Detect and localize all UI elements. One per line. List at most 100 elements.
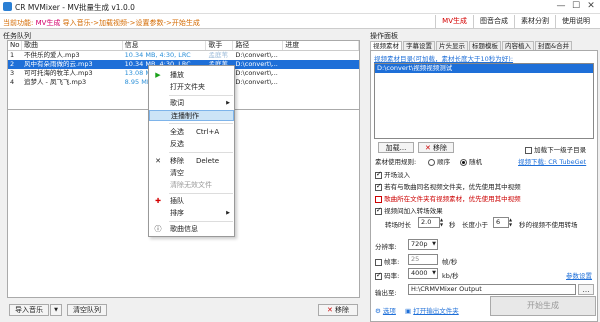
rule-sequence-option[interactable]: 顺序 (428, 156, 450, 166)
open-output-link[interactable]: ▣ 打开输出文件夹 (405, 305, 459, 315)
menu-item-lyrics[interactable]: 歌词 ▶ (149, 98, 234, 109)
workflow-hint: 当前功能: MV生成 导入音乐->加载视频->设置参数->开始生成 (3, 18, 200, 28)
same-name-option[interactable]: 若有与歌曲同名视频文件夹，优先使用其中视频 (375, 181, 521, 191)
menu-item-open-folder[interactable]: 打开文件夹 (149, 82, 234, 93)
menu-item-continuous[interactable]: 连播制作 (149, 110, 234, 121)
col-progress[interactable]: 进度 (283, 41, 359, 50)
title-bar: CR MVMixer - MV批量生成 v1.0.0 — ☐ ✕ (0, 0, 600, 14)
menu-item-play[interactable]: ▶ 播放 (149, 70, 234, 81)
tab-video-material[interactable]: 视频素材 (370, 41, 402, 50)
browse-folder-button[interactable]: … (578, 284, 594, 295)
menu-item-select-all[interactable]: 全选 Ctrl+A (149, 127, 234, 138)
menu-item-invert[interactable]: 反选 (149, 139, 234, 150)
submenu-arrow-icon: ▶ (226, 210, 230, 216)
len-input[interactable]: 6 (493, 217, 509, 228)
menu-item-remove[interactable]: ✕ 移除 Delete (149, 156, 234, 167)
col-no[interactable]: No (8, 41, 22, 50)
tab-content-embed[interactable]: 内容植入 (502, 41, 534, 50)
menu-separator (169, 193, 233, 194)
load-subdir-option[interactable]: 加载下一级子目录 (525, 144, 586, 154)
col-singer[interactable]: 歌手 (206, 41, 234, 50)
same-name-label: 若有与歌曲同名视频文件夹，优先使用其中视频 (384, 183, 521, 191)
row-no: 3 (10, 69, 15, 77)
trans-duration-input[interactable]: 2.0 (418, 217, 440, 228)
same-name-checkbox[interactable] (375, 182, 382, 191)
fade-in-checkbox[interactable] (375, 170, 382, 179)
folder-video-option[interactable]: 歌曲所在文件夹有视频素材，优先使用其中视频 (375, 193, 521, 203)
remove-button[interactable]: ✕ 移除 (318, 304, 358, 316)
video-dir-item[interactable]: D:\convert\视频视频测试 (375, 64, 593, 73)
table-row[interactable]: 1 不供乐的爱人.mp3 10.34 MB, 4:30, LRC 孟庭苇 D:\… (8, 51, 359, 60)
menu-label: 全选 (170, 128, 184, 136)
menu-item-sort[interactable]: 排序 ▶ (149, 208, 234, 219)
resolution-select[interactable]: 720p ▼ (408, 239, 438, 250)
shortcut-label: Ctrl+A (196, 128, 220, 136)
col-song[interactable]: 歌曲 (22, 41, 123, 50)
menu-label: 排序 (170, 209, 184, 217)
row-path: D:\convert\... (235, 78, 278, 86)
menu-label: 移除 (170, 157, 184, 165)
start-generate-button[interactable]: 开始生成 (490, 296, 596, 316)
folder-video-checkbox[interactable] (375, 195, 382, 203)
bitrate-option[interactable]: 码率: (375, 270, 399, 280)
menu-item-insert[interactable]: ✚ 插队 (149, 196, 234, 207)
menu-label: 插队 (170, 197, 184, 205)
window-title: CR MVMixer - MV批量生成 v1.0.0 (15, 3, 135, 12)
tab-title-template[interactable]: 标题模板 (469, 41, 501, 50)
trans-unit: 秒 (449, 221, 456, 229)
framerate-input[interactable]: 25 (408, 254, 438, 265)
fade-in-option[interactable]: 开场淡入 (375, 169, 410, 179)
framerate-checkbox[interactable] (375, 258, 382, 266)
remove-label: 移除 (433, 144, 448, 152)
transition-checkbox[interactable] (375, 206, 382, 215)
tab-mv-generate[interactable]: MV生成 (435, 15, 473, 28)
rule-random-radio[interactable] (460, 158, 467, 166)
function-bar: 当前功能: MV生成 导入音乐->加载视频->设置参数->开始生成 MV生成 图… (0, 14, 600, 29)
submenu-arrow-icon: ▶ (226, 100, 230, 106)
trans-duration-stepper[interactable]: ▲ ▼ (440, 217, 446, 228)
tab-material-split[interactable]: 素材分割 (514, 15, 555, 28)
panel-remove-button[interactable]: ✕ 移除 (418, 142, 454, 153)
row-path: D:\convert\... (235, 60, 278, 68)
len-stepper[interactable]: ▲ ▼ (509, 217, 515, 228)
load-subdir-checkbox[interactable] (525, 146, 532, 154)
tab-image-audio[interactable]: 图音合成 (473, 15, 514, 28)
menu-item-clear[interactable]: 清空 (149, 168, 234, 179)
load-button[interactable]: 加载... (378, 142, 414, 153)
minimize-icon[interactable]: — (554, 1, 568, 11)
row-progress (283, 51, 359, 60)
transition-option[interactable]: 视频间加入转场效果 (375, 205, 443, 215)
menu-item-song-info[interactable]: ⓘ 歌曲信息 (149, 224, 234, 235)
video-dir-hint[interactable]: 视频素材目录(可加载，素材长度大于10秒为好): (374, 53, 513, 63)
bitrate-select[interactable]: 4000 ▼ (408, 268, 438, 279)
video-download-link[interactable]: 视频下载: CR TubeGet (518, 156, 586, 166)
rule-random-option[interactable]: 随机 (460, 156, 482, 166)
import-dropdown-icon[interactable]: ▼ (50, 304, 62, 316)
video-dir-list[interactable]: D:\convert\视频视频测试 (374, 63, 594, 139)
framerate-option[interactable]: 帧率: (375, 256, 399, 266)
menu-item-clear-invalid[interactable]: 清除无效文件 (149, 180, 234, 191)
resolution-value: 720p (411, 240, 428, 248)
tab-help[interactable]: 使用说明 (555, 15, 596, 28)
clear-queue-button[interactable]: 清空队列 (67, 304, 107, 316)
tab-subtitle[interactable]: 字幕设置 (403, 41, 435, 50)
remove-x-icon: ✕ (326, 306, 333, 314)
output-path-input[interactable]: H:\CRMVMixer Output (408, 284, 576, 295)
row-song: 风中有朵雨做的云.mp3 (23, 60, 93, 68)
remove-label: 移除 (335, 306, 350, 314)
close-icon[interactable]: ✕ (584, 1, 598, 11)
col-path[interactable]: 路径 (233, 41, 284, 50)
tab-intro[interactable]: 片头显示 (436, 41, 468, 50)
options-link[interactable]: ⚙ 选项 (375, 305, 396, 315)
col-info[interactable]: 信息 (123, 41, 207, 50)
rule-sequence-radio[interactable] (428, 158, 435, 166)
chevron-down-icon: ▼ (432, 241, 436, 247)
tab-cover-merge[interactable]: 封面&合并 (535, 41, 573, 50)
row-path: D:\convert\... (235, 51, 278, 59)
maximize-icon[interactable]: ☐ (569, 1, 583, 11)
params-link[interactable]: 参数设置 (566, 270, 592, 280)
import-music-button[interactable]: 导入音乐 (9, 304, 49, 316)
row-progress (283, 78, 359, 87)
menu-label: 清除无效文件 (170, 181, 212, 189)
bitrate-checkbox[interactable] (375, 271, 382, 280)
